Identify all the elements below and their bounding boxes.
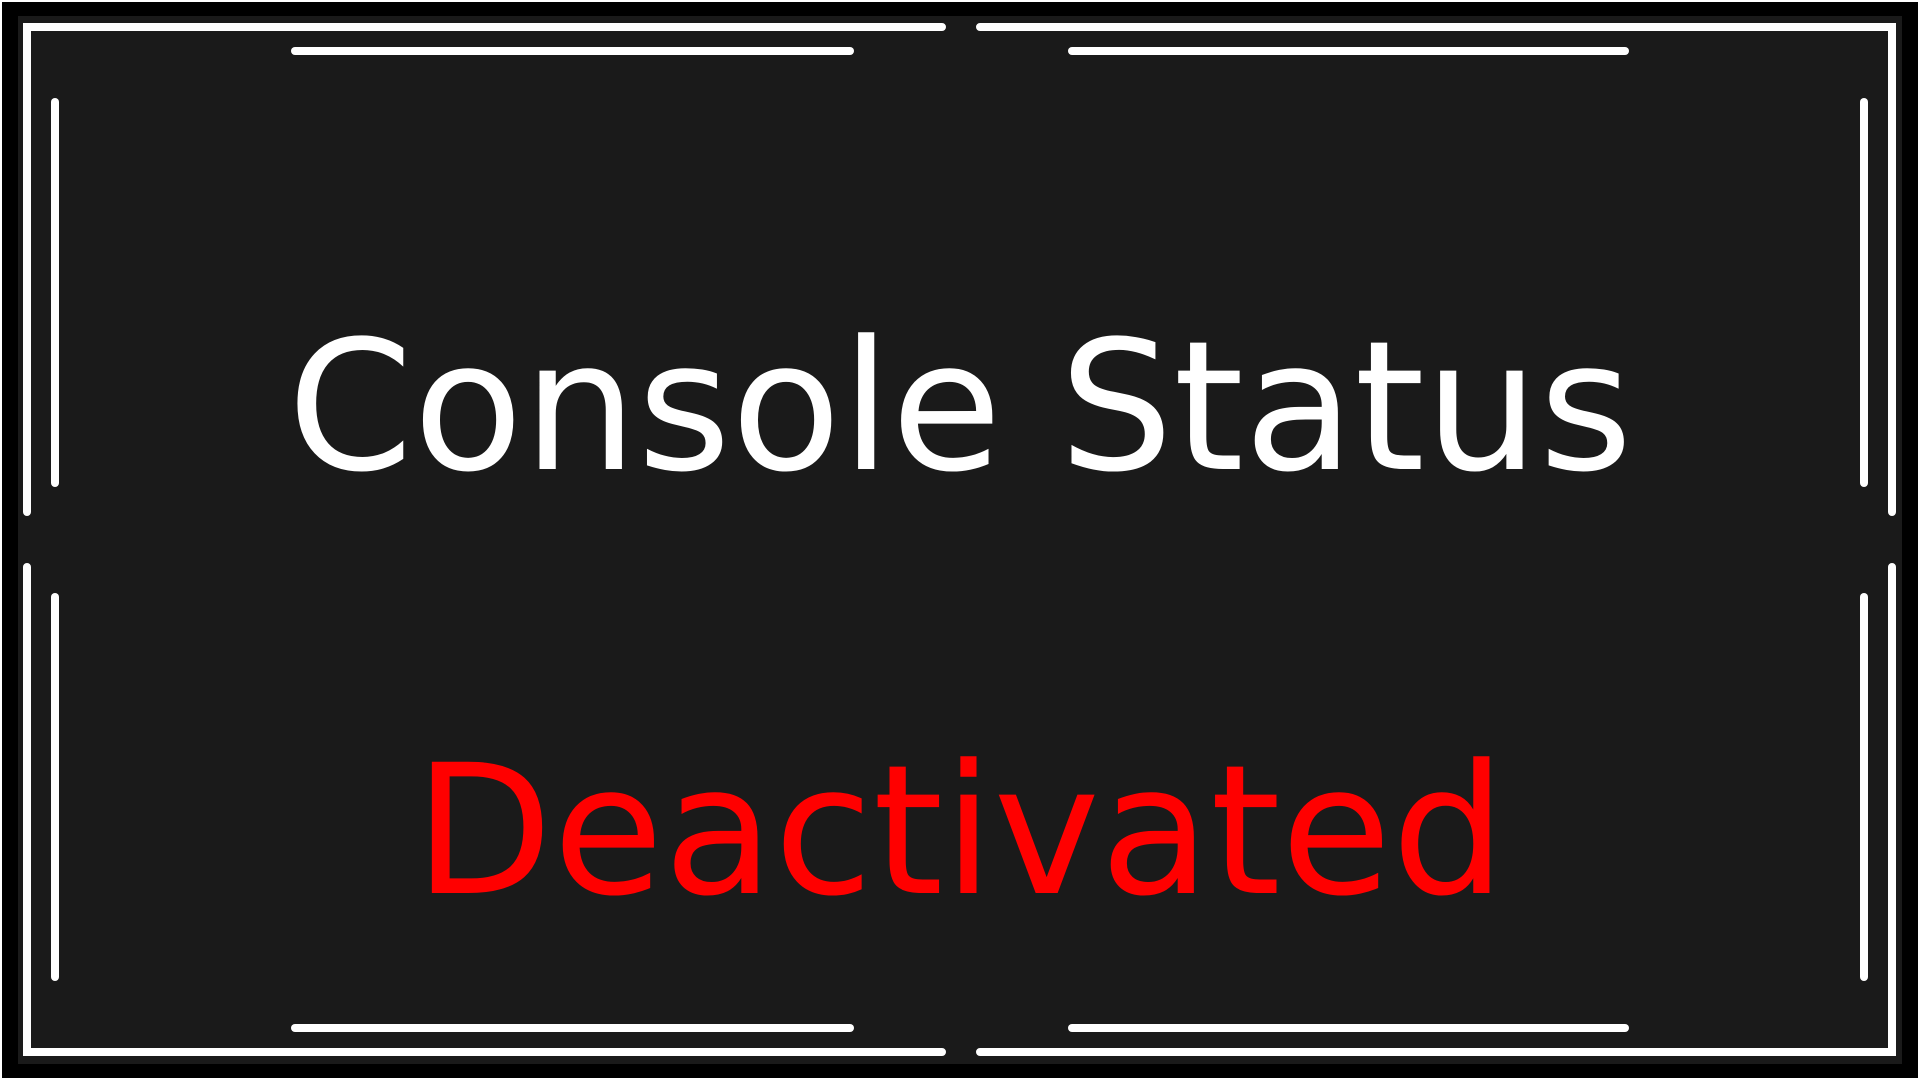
console-status-panel: Console Status Deactivated (0, 0, 1920, 1080)
console-status-value: Deactivated (414, 727, 1506, 936)
console-title: Console Status (287, 303, 1633, 512)
